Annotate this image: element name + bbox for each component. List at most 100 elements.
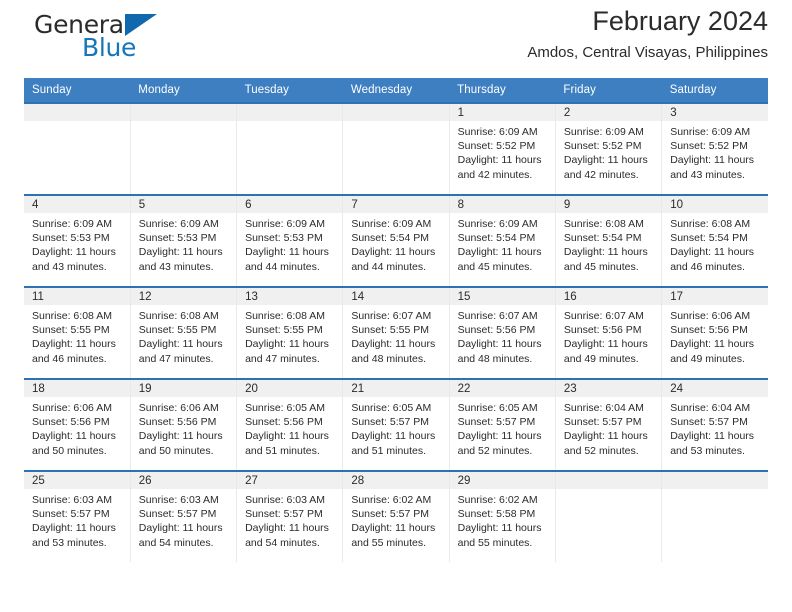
- calendar-day-cell[interactable]: 3 Sunrise: 6:09 AM Sunset: 5:52 PM Daylight…: [661, 103, 768, 195]
- day-detail-line: Daylight: 11 hours: [32, 430, 116, 443]
- day-detail-line: Daylight: 11 hours: [457, 338, 542, 351]
- calendar-day-cell[interactable]: 6 Sunrise: 6:09 AM Sunset: 5:53 PM Daylight…: [236, 195, 344, 287]
- calendar-day-cell[interactable]: 13 Sunrise: 6:08 AM Sunset: 5:55 PM Dayligh…: [236, 287, 344, 379]
- calendar-day-cell[interactable]: 29 Sunrise: 6:02 AM Sunset: 5:58 PM Dayligh…: [449, 471, 556, 562]
- calendar-day-cell[interactable]: 5 Sunrise: 6:09 AM Sunset: 5:53 PM Daylight…: [130, 195, 238, 287]
- calendar-day-cell[interactable]: 25 Sunrise: 6:03 AM Sunset: 5:57 PM Dayligh…: [24, 471, 131, 562]
- day-number: 6: [237, 196, 343, 213]
- day-detail-line: Sunrise: 6:06 AM: [670, 310, 751, 322]
- calendar-day-cell[interactable]: 11 Sunrise: 6:08 AM Sunset: 5:55 PM Dayligh…: [24, 287, 131, 379]
- calendar-week-row: 11 Sunrise: 6:08 AM Sunset: 5:55 PM Dayligh…: [24, 287, 768, 379]
- calendar-day-cell[interactable]: 26 Sunrise: 6:03 AM Sunset: 5:57 PM Dayligh…: [130, 471, 238, 562]
- calendar-day-cell[interactable]: 7 Sunrise: 6:09 AM Sunset: 5:54 PM Daylight…: [342, 195, 450, 287]
- day-detail-line: Daylight: 11 hours: [563, 430, 648, 443]
- day-number: [24, 104, 130, 121]
- calendar-day-cell[interactable]: 10 Sunrise: 6:08 AM Sunset: 5:54 PM Dayligh…: [661, 195, 768, 287]
- day-detail-line: and 48 minutes.: [351, 352, 427, 365]
- day-detail-line: Daylight: 11 hours: [245, 522, 329, 535]
- general-blue-logo[interactable]: General Blue: [24, 8, 224, 64]
- calendar-day-cell[interactable]: 14 Sunrise: 6:07 AM Sunset: 5:55 PM Dayligh…: [342, 287, 450, 379]
- day-details: Sunrise: 6:06 AM Sunset: 5:56 PM Daylight:…: [131, 397, 236, 458]
- day-detail-line: Daylight: 11 hours: [351, 338, 436, 351]
- day-detail-line: and 47 minutes.: [245, 352, 320, 365]
- calendar-day-cell[interactable]: 19 Sunrise: 6:06 AM Sunset: 5:56 PM Dayligh…: [130, 379, 238, 471]
- day-detail-line: and 55 minutes.: [351, 536, 427, 549]
- day-detail-line: and 45 minutes.: [563, 260, 639, 273]
- day-detail-line: Sunrise: 6:05 AM: [245, 402, 326, 414]
- calendar-page: General Blue February 2024 Amdos, Centra…: [0, 0, 792, 612]
- day-details: Sunrise: 6:08 AM Sunset: 5:55 PM Daylight:…: [131, 305, 236, 366]
- day-detail-line: and 43 minutes.: [32, 260, 107, 273]
- calendar-day-cell[interactable]: 22 Sunrise: 6:05 AM Sunset: 5:57 PM Dayligh…: [449, 379, 556, 471]
- calendar-day-cell[interactable]: 28 Sunrise: 6:02 AM Sunset: 5:57 PM Dayligh…: [342, 471, 450, 562]
- calendar-day-cell[interactable]: 20 Sunrise: 6:05 AM Sunset: 5:56 PM Dayligh…: [236, 379, 344, 471]
- day-detail-line: and 55 minutes.: [457, 536, 533, 549]
- day-detail-line: Sunrise: 6:04 AM: [563, 402, 644, 414]
- day-number: 7: [343, 196, 449, 213]
- day-details: Sunrise: 6:09 AM Sunset: 5:53 PM Daylight:…: [24, 213, 130, 274]
- day-detail-line: Sunset: 5:55 PM: [32, 324, 110, 337]
- calendar-empty-cell: [555, 471, 663, 562]
- calendar-empty-cell: [342, 103, 450, 195]
- day-detail-line: and 42 minutes.: [563, 168, 639, 181]
- calendar-empty-cell: [24, 103, 131, 195]
- day-number: 10: [662, 196, 768, 213]
- calendar-day-cell[interactable]: 4 Sunrise: 6:09 AM Sunset: 5:53 PM Daylight…: [24, 195, 131, 287]
- day-details: Sunrise: 6:03 AM Sunset: 5:57 PM Daylight:…: [131, 489, 236, 550]
- day-number: [130, 104, 237, 121]
- calendar-day-cell[interactable]: 23 Sunrise: 6:04 AM Sunset: 5:57 PM Dayligh…: [555, 379, 663, 471]
- calendar-day-cell[interactable]: 2 Sunrise: 6:09 AM Sunset: 5:52 PM Daylight…: [555, 103, 663, 195]
- day-details: [662, 489, 768, 493]
- day-detail-line: Sunset: 5:55 PM: [351, 324, 429, 337]
- day-number: 9: [555, 196, 662, 213]
- day-detail-line: Daylight: 11 hours: [457, 246, 542, 259]
- day-detail-line: Sunrise: 6:09 AM: [457, 218, 538, 230]
- day-number: 21: [343, 380, 449, 397]
- day-detail-line: Sunrise: 6:02 AM: [457, 494, 538, 506]
- day-detail-line: Sunrise: 6:09 AM: [245, 218, 326, 230]
- calendar-day-cell[interactable]: 16 Sunrise: 6:07 AM Sunset: 5:56 PM Dayligh…: [555, 287, 663, 379]
- calendar-week-row: 1 Sunrise: 6:09 AM Sunset: 5:52 PM Daylight…: [24, 103, 768, 195]
- weekday-header-friday: Friday: [555, 78, 662, 103]
- calendar-day-cell[interactable]: 1 Sunrise: 6:09 AM Sunset: 5:52 PM Daylight…: [449, 103, 556, 195]
- calendar-day-cell[interactable]: 17 Sunrise: 6:06 AM Sunset: 5:56 PM Dayligh…: [661, 287, 768, 379]
- calendar-day-cell[interactable]: 15 Sunrise: 6:07 AM Sunset: 5:56 PM Dayligh…: [449, 287, 556, 379]
- day-details: Sunrise: 6:05 AM Sunset: 5:57 PM Daylight:…: [343, 397, 448, 458]
- day-detail-line: Daylight: 11 hours: [670, 246, 755, 259]
- calendar-day-cell[interactable]: 9 Sunrise: 6:08 AM Sunset: 5:54 PM Daylight…: [555, 195, 663, 287]
- day-detail-line: Sunset: 5:53 PM: [32, 232, 110, 245]
- day-number: 1: [449, 104, 555, 121]
- day-details: [343, 121, 448, 125]
- calendar-day-cell[interactable]: 12 Sunrise: 6:08 AM Sunset: 5:55 PM Dayligh…: [130, 287, 238, 379]
- day-detail-line: and 54 minutes.: [138, 536, 214, 549]
- day-detail-line: Sunset: 5:58 PM: [457, 508, 536, 521]
- calendar-day-cell[interactable]: 18 Sunrise: 6:06 AM Sunset: 5:56 PM Dayligh…: [24, 379, 131, 471]
- calendar-week-row: 25 Sunrise: 6:03 AM Sunset: 5:57 PM Dayligh…: [24, 471, 768, 562]
- day-number: 16: [555, 288, 662, 305]
- day-detail-line: and 52 minutes.: [563, 444, 639, 457]
- day-detail-line: Sunset: 5:57 PM: [138, 508, 217, 521]
- day-detail-line: Sunset: 5:57 PM: [563, 416, 642, 429]
- calendar-day-cell[interactable]: 21 Sunrise: 6:05 AM Sunset: 5:57 PM Dayligh…: [342, 379, 450, 471]
- weekday-header-thursday: Thursday: [449, 78, 556, 103]
- calendar-day-cell[interactable]: 24 Sunrise: 6:04 AM Sunset: 5:57 PM Dayligh…: [661, 379, 768, 471]
- day-detail-line: Daylight: 11 hours: [138, 430, 223, 443]
- day-detail-line: Sunrise: 6:09 AM: [32, 218, 112, 230]
- day-detail-line: Sunset: 5:56 PM: [32, 416, 110, 429]
- day-number: 20: [237, 380, 343, 397]
- day-detail-line: Sunset: 5:54 PM: [351, 232, 429, 245]
- day-detail-line: Daylight: 11 hours: [32, 246, 116, 259]
- day-detail-line: Sunrise: 6:06 AM: [32, 402, 112, 414]
- calendar-grid: Sunday Monday Tuesday Wednesday Thursday…: [24, 78, 768, 562]
- day-detail-line: Sunrise: 6:07 AM: [563, 310, 644, 322]
- day-details: Sunrise: 6:07 AM Sunset: 5:56 PM Daylight:…: [450, 305, 555, 366]
- calendar-day-cell[interactable]: 27 Sunrise: 6:03 AM Sunset: 5:57 PM Dayligh…: [236, 471, 344, 562]
- calendar-day-cell[interactable]: 8 Sunrise: 6:09 AM Sunset: 5:54 PM Daylight…: [449, 195, 556, 287]
- day-details: Sunrise: 6:03 AM Sunset: 5:57 PM Daylight:…: [24, 489, 130, 550]
- day-detail-line: Sunrise: 6:06 AM: [138, 402, 219, 414]
- day-detail-line: Sunset: 5:53 PM: [138, 232, 217, 245]
- day-detail-line: Daylight: 11 hours: [351, 430, 436, 443]
- day-detail-line: Sunrise: 6:08 AM: [563, 218, 644, 230]
- day-detail-line: Sunrise: 6:09 AM: [457, 126, 538, 138]
- day-number: 13: [237, 288, 343, 305]
